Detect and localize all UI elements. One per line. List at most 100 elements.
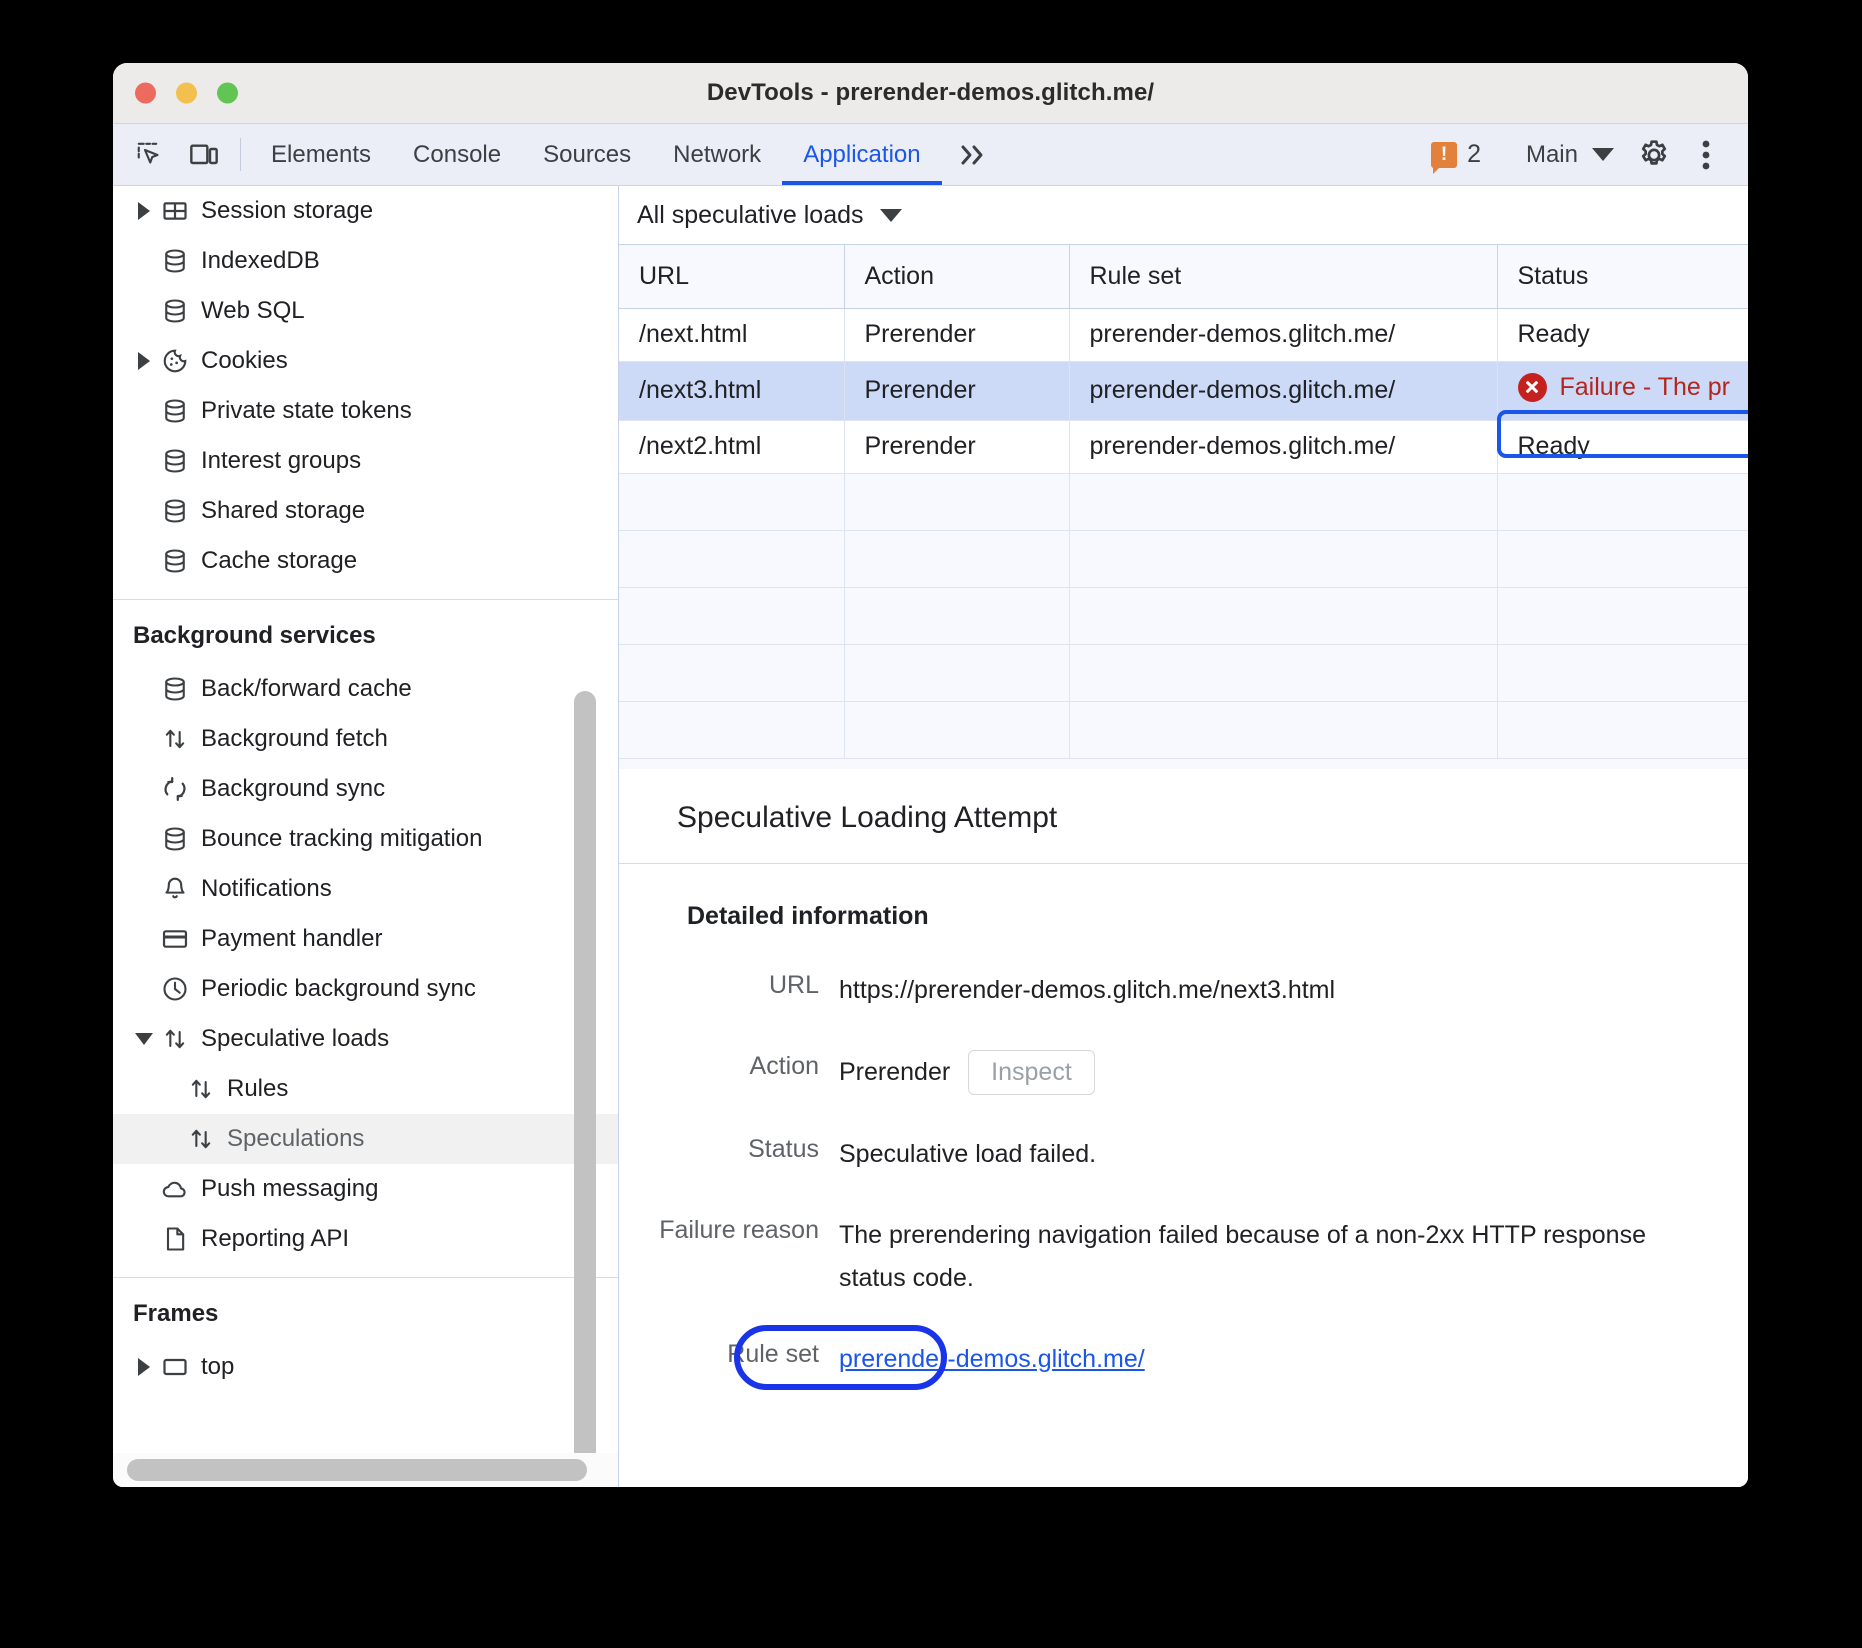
database-icon [155,497,195,525]
sidebar-item-session-storage[interactable]: Session storage [113,186,618,236]
sidebar-item-push-messaging[interactable]: Push messaging [113,1164,618,1214]
devtools-body: Session storage IndexedDB Web SQL [113,186,1748,1487]
tab-label: Elements [271,141,371,169]
sidebar-item-background-fetch[interactable]: Background fetch [113,714,618,764]
sidebar-item-cookies[interactable]: Cookies [113,336,618,386]
detail-label-action: Action [619,1050,819,1095]
database-icon [155,247,195,275]
context-selector-label: Main [1526,141,1578,169]
tab-network[interactable]: Network [652,124,782,185]
updown-arrows-icon [155,725,195,753]
credit-card-icon [155,925,195,953]
detail-row-status: Status Speculative load failed. [619,1133,1748,1176]
cell-ruleset: prerender-demos.glitch.me/ [1069,420,1497,473]
table-filler-row [619,530,1748,587]
expand-arrow-icon[interactable] [133,202,155,220]
detail-label-status: Status [619,1133,819,1176]
device-toolbar-icon[interactable] [177,124,231,185]
sidebar-item-label: IndexedDB [201,247,320,275]
sync-icon [155,775,195,803]
chevron-down-icon [1592,148,1614,161]
more-tabs-icon[interactable] [942,124,1004,185]
sidebar-horizontal-scrollbar[interactable] [127,1459,587,1481]
section-title-frames: Frames [113,1278,618,1342]
detail-value-failure-reason: The prerendering navigation failed becau… [839,1214,1679,1300]
window-controls [135,83,238,104]
tab-application[interactable]: Application [782,124,941,185]
sidebar-item-reporting-api[interactable]: Reporting API [113,1214,618,1264]
detail-value-url: https://prerender-demos.glitch.me/next3.… [839,969,1335,1012]
cell-status: Ready [1497,308,1748,361]
sidebar-item-label: top [201,1353,234,1381]
table-row[interactable]: /next3.html Prerender prerender-demos.gl… [619,361,1748,420]
speculative-loads-filter-select[interactable]: All speculative loads [637,201,902,230]
ruleset-link[interactable]: prerender-demos.glitch.me/ [839,1338,1145,1381]
sidebar-item-interest-groups[interactable]: Interest groups [113,436,618,486]
expand-arrow-icon[interactable] [133,1358,155,1376]
close-window-button[interactable] [135,83,156,104]
updown-arrows-icon [181,1125,221,1153]
sidebar-item-speculative-loads[interactable]: Speculative loads [113,1014,618,1064]
window-titlebar: DevTools - prerender-demos.glitch.me/ [113,63,1748,124]
sidebar-item-payment-handler[interactable]: Payment handler [113,914,618,964]
detail-action-text: Prerender [839,1051,950,1094]
sidebar-item-private-state-tokens[interactable]: Private state tokens [113,386,618,436]
speculations-grid[interactable]: URL Action Rule set Status /next.html Pr… [619,244,1748,769]
sidebar-item-top-frame[interactable]: top [113,1342,618,1392]
sidebar-item-shared-storage[interactable]: Shared storage [113,486,618,536]
sidebar-item-periodic-background-sync[interactable]: Periodic background sync [113,964,618,1014]
table-filler-row [619,644,1748,701]
sidebar-item-cache-storage[interactable]: Cache storage [113,536,618,586]
context-selector[interactable]: Main [1512,141,1628,169]
sidebar-item-label: Session storage [201,197,373,225]
table-row[interactable]: /next.html Prerender prerender-demos.gli… [619,308,1748,361]
sidebar-item-notifications[interactable]: Notifications [113,864,618,914]
status-badge: Failure - The pr [1518,373,1730,402]
maximize-window-button[interactable] [217,83,238,104]
detail-row-ruleset: Rule set prerender-demos.glitch.me/ [619,1338,1748,1381]
column-header-ruleset[interactable]: Rule set [1069,245,1497,308]
column-header-status[interactable]: Status [1497,245,1748,308]
sidebar-item-indexeddb[interactable]: IndexedDB [113,236,618,286]
collapse-arrow-icon[interactable] [133,1033,155,1045]
sidebar-item-bounce-tracking-mitigation[interactable]: Bounce tracking mitigation [113,814,618,864]
sidebar-item-back-forward-cache[interactable]: Back/forward cache [113,664,618,714]
sidebar-item-speculations[interactable]: Speculations [113,1114,618,1164]
cell-status[interactable]: Failure - The pr [1497,361,1748,420]
column-header-action[interactable]: Action [844,245,1069,308]
detail-pane-title: Speculative Loading Attempt [619,769,1748,864]
sidebar-item-background-sync[interactable]: Background sync [113,764,618,814]
toolbar-right-group: ! 2 Main [1419,124,1748,185]
application-sidebar[interactable]: Session storage IndexedDB Web SQL [113,186,619,1487]
error-circle-icon [1518,373,1547,402]
sidebar-horizontal-scrollbar-track [113,1453,618,1487]
table-row[interactable]: /next2.html Prerender prerender-demos.gl… [619,420,1748,473]
minimize-window-button[interactable] [176,83,197,104]
table-filler-row [619,587,1748,644]
tab-sources[interactable]: Sources [522,124,652,185]
detail-value-action: Prerender Inspect [839,1050,1095,1095]
sidebar-vertical-scrollbar[interactable] [574,691,596,1487]
cell-ruleset: prerender-demos.glitch.me/ [1069,308,1497,361]
sidebar-item-web-sql[interactable]: Web SQL [113,286,618,336]
column-header-url[interactable]: URL [619,245,844,308]
sidebar-item-label: Background fetch [201,725,388,753]
expand-arrow-icon[interactable] [133,352,155,370]
more-vertical-icon[interactable] [1680,129,1732,181]
inspect-button[interactable]: Inspect [968,1050,1095,1095]
frames-section: Frames top [113,1278,618,1405]
tab-console[interactable]: Console [392,124,522,185]
tab-elements[interactable]: Elements [250,124,392,185]
tab-label: Sources [543,141,631,169]
sidebar-item-label: Private state tokens [201,397,412,425]
warning-badge[interactable]: ! 2 [1419,140,1493,169]
sidebar-item-label: Speculations [227,1125,364,1153]
table-icon [155,197,195,225]
sidebar-item-label: Cookies [201,347,288,375]
detail-row-url: URL https://prerender-demos.glitch.me/ne… [619,969,1748,1012]
sidebar-item-label: Payment handler [201,925,382,953]
tab-label: Network [673,141,761,169]
gear-icon[interactable] [1628,129,1680,181]
sidebar-item-rules[interactable]: Rules [113,1064,618,1114]
inspect-element-icon[interactable] [123,124,177,185]
